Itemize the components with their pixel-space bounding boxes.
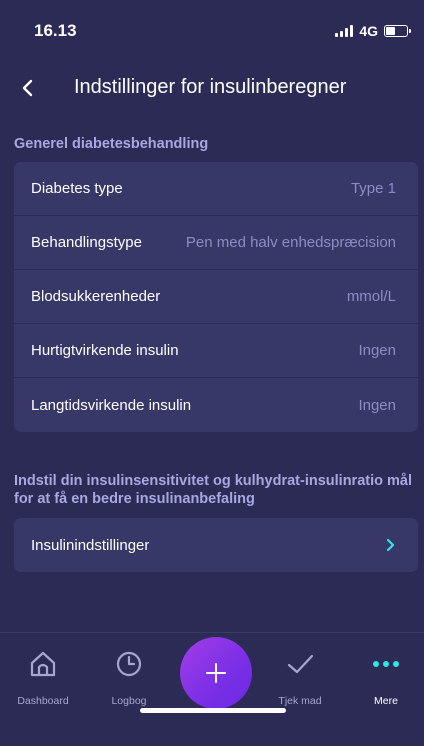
tab-check-food[interactable]: Tjek mad: [260, 647, 340, 707]
section-title-insulin: Indstil din insulinsensitivitet og kulhy…: [14, 473, 412, 507]
row-insulin-settings[interactable]: Insulinindstillinger: [14, 518, 418, 572]
back-button[interactable]: [14, 74, 42, 102]
row-value: Type 1: [350, 180, 396, 197]
tab-label: Dashboard: [17, 695, 69, 707]
chevron-right-icon: [386, 538, 395, 552]
more-dots-icon: [371, 647, 401, 681]
row-value: Pen med halv enhedspræcision: [185, 234, 396, 251]
row-label: Hurtigtvirkende insulin: [31, 342, 179, 359]
row-label: Diabetes type: [31, 180, 123, 197]
add-button[interactable]: [180, 637, 252, 709]
row-treatment-type[interactable]: Behandlingstype Pen med halv enhedspræci…: [14, 216, 418, 270]
tab-label: Logbog: [111, 695, 147, 707]
row-label: Blodsukkerenheder: [31, 288, 161, 305]
network-label: 4G: [359, 23, 378, 39]
row-label: Langtidsvirkende insulin: [31, 396, 192, 414]
row-value: Ingen: [358, 396, 396, 414]
tab-label: Mere: [374, 695, 398, 707]
status-bar: 16.13 4G: [0, 0, 424, 62]
tab-label: Tjek mad: [278, 695, 322, 707]
tab-logbook[interactable]: Logbog: [89, 647, 169, 707]
row-value: Ingen: [358, 342, 396, 359]
header: Indstillinger for insulinberegner: [0, 62, 424, 116]
row-diabetes-type[interactable]: Diabetes type Type 1: [14, 162, 418, 216]
row-label: Insulinindstillinger: [31, 536, 150, 554]
insulin-settings-card: Insulinindstillinger: [14, 518, 418, 572]
row-rapid-insulin[interactable]: Hurtigtvirkende insulin Ingen: [14, 324, 418, 378]
row-value: mmol/L: [346, 288, 396, 305]
clock-icon: [114, 647, 144, 681]
tab-more[interactable]: Mere: [346, 647, 424, 707]
row-blood-sugar-units[interactable]: Blodsukkerenheder mmol/L: [14, 270, 418, 324]
page-title: Indstillinger for insulinberegner: [74, 76, 347, 98]
signal-icon: [335, 25, 354, 37]
tab-dashboard[interactable]: Dashboard: [3, 647, 83, 707]
plus-icon: [206, 663, 226, 683]
status-indicators: 4G: [335, 23, 411, 39]
home-indicator: [140, 708, 286, 713]
row-label: Behandlingstype: [31, 234, 142, 251]
battery-icon: [384, 25, 411, 37]
section-title-general: Generel diabetesbehandling: [14, 136, 209, 152]
checkmark-icon: [285, 647, 315, 681]
chevron-left-icon: [22, 79, 33, 97]
tab-bar: Dashboard Logbog Tjek mad Mere: [0, 632, 424, 746]
home-icon: [28, 647, 58, 681]
status-time: 16.13: [34, 21, 77, 40]
row-long-acting-insulin[interactable]: Langtidsvirkende insulin Ingen: [14, 378, 418, 432]
general-settings-card: Diabetes type Type 1 Behandlingstype Pen…: [14, 162, 418, 432]
